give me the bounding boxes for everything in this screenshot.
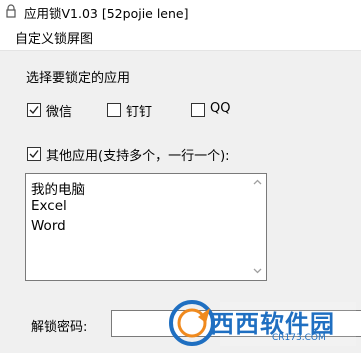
dingtalk-label: 钉钉 <box>126 105 153 120</box>
password-label: 解锁密码: <box>31 320 88 335</box>
wechat-label: 微信 <box>46 105 73 120</box>
window-title: 应用锁V1.03 [52pojie lene] <box>24 6 189 21</box>
site-watermark-logo: 西西软件园 CR173.COM <box>162 296 361 349</box>
scroll-up-arrow-icon[interactable] <box>252 177 263 188</box>
other-apps-checkbox[interactable] <box>27 147 41 161</box>
textarea-line: 我的电脑 <box>31 182 85 198</box>
checkmark-icon <box>29 150 39 159</box>
other-apps-label: 其他应用(支持多个，一行一个): <box>46 149 230 164</box>
qq-label: QQ <box>210 101 231 116</box>
textarea-line: Excel <box>31 198 67 214</box>
menu-item-custom-lockscreen[interactable]: 自定义锁屏图 <box>14 28 94 47</box>
scroll-down-arrow-icon[interactable] <box>252 265 263 276</box>
other-apps-textarea[interactable]: 我的电脑 Excel Word <box>25 173 267 281</box>
apps-section-heading: 选择要锁定的应用 <box>26 71 131 86</box>
qq-checkbox[interactable] <box>191 103 205 117</box>
watermark-site-text: CR173.COM <box>272 333 326 343</box>
dingtalk-checkbox[interactable] <box>107 103 121 117</box>
title-bar: 应用锁V1.03 [52pojie lene] <box>0 0 361 23</box>
menu-bar: 自定义锁屏图 <box>0 23 361 51</box>
checkmark-icon <box>29 106 39 115</box>
vertical-scrollbar[interactable] <box>249 174 266 280</box>
wechat-checkbox[interactable] <box>27 103 41 117</box>
lock-icon <box>4 4 18 18</box>
textarea-line: Word <box>31 218 66 234</box>
